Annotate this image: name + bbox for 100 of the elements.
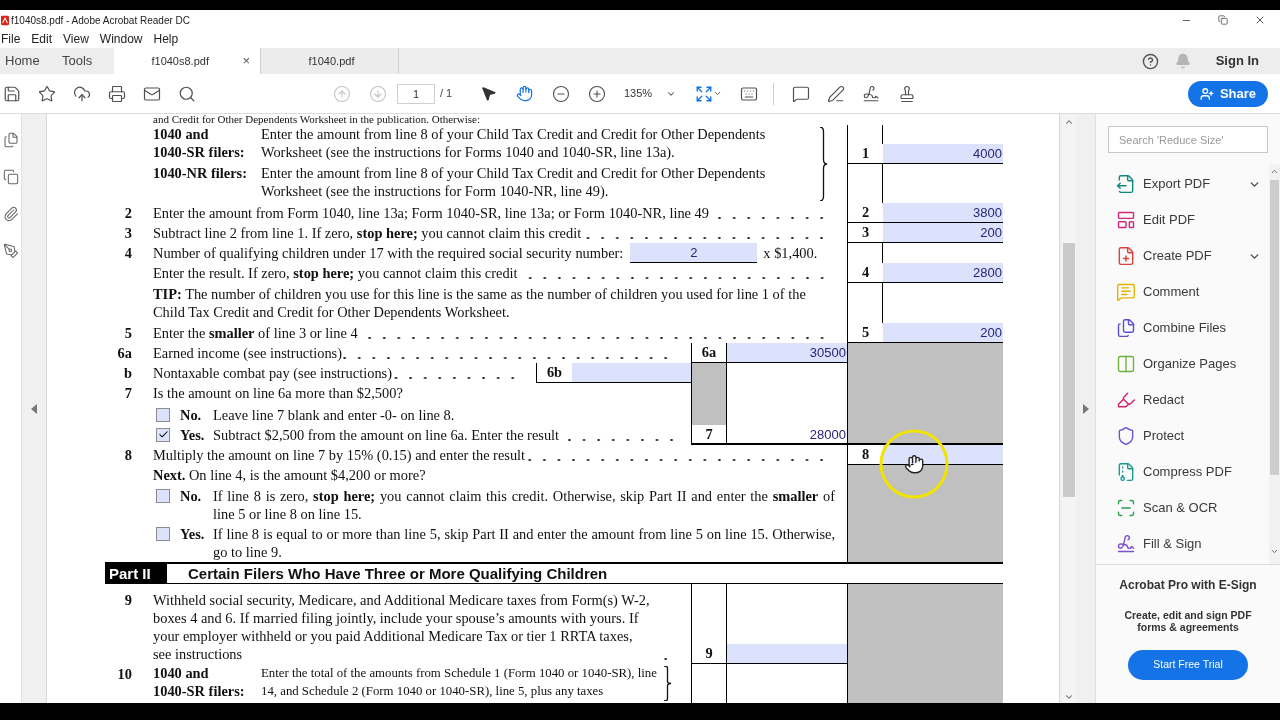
highlighter-icon <box>1116 390 1136 410</box>
files-icon <box>1116 318 1136 338</box>
document-tab[interactable]: f1040s8.pdf × <box>114 48 261 74</box>
checkbox[interactable] <box>156 407 170 422</box>
keyboard-icon[interactable] <box>740 84 758 103</box>
tool-item[interactable]: Organize Pages <box>1096 346 1269 382</box>
fit-page-icon[interactable] <box>695 84 713 103</box>
search-icon[interactable] <box>178 84 196 103</box>
tool-item[interactable]: Protect <box>1096 418 1269 454</box>
help-icon[interactable] <box>1141 52 1159 70</box>
line-number: 3 <box>124 225 132 241</box>
scroll-down-icon[interactable] <box>1270 547 1279 556</box>
tool-item[interactable]: Export PDF <box>1096 166 1269 202</box>
tool-item[interactable]: Compress PDF <box>1096 454 1269 490</box>
file-arrow-icon <box>1116 174 1136 194</box>
mail-icon[interactable] <box>143 84 161 103</box>
pointer-icon[interactable] <box>480 85 497 102</box>
close-tab-button[interactable]: × <box>242 51 250 71</box>
line-label: 7 <box>691 424 727 445</box>
input-field[interactable]: 2800 <box>883 263 1003 283</box>
zoom-dropdown[interactable]: 135% <box>624 85 676 102</box>
triangle-right-icon[interactable] <box>1082 403 1089 414</box>
columns-icon <box>1116 354 1136 374</box>
input-field[interactable]: 200 <box>883 223 1003 243</box>
cloud-upload-icon[interactable] <box>73 84 91 103</box>
checkbox[interactable] <box>156 427 170 442</box>
line-label: 9 <box>691 644 727 665</box>
speech-bubble-icon <box>1116 282 1136 302</box>
start-trial-button[interactable]: Start Free Trial <box>1128 650 1248 680</box>
line-text: Nontaxable combat pay (see instructions) <box>153 364 392 383</box>
part-title: Certain Filers Who Have Three or More Qualifying Children <box>188 564 608 584</box>
line-text: Number of qualifying children under 17 with the required social security number: <box>153 244 624 263</box>
pen-icon[interactable] <box>2 243 19 259</box>
checkbox[interactable] <box>156 527 170 542</box>
promo-text: Create, edit and sign PDF forms & agreements <box>1123 609 1253 633</box>
pages-icon[interactable] <box>2 132 19 148</box>
scrollbar[interactable] <box>1269 164 1280 564</box>
input-field[interactable]: 4000 <box>883 144 1003 164</box>
menu-item[interactable]: File <box>1 30 21 48</box>
print-icon[interactable] <box>108 84 126 103</box>
zoom-in-icon[interactable] <box>588 84 606 103</box>
input-field[interactable] <box>727 644 847 665</box>
menu-item[interactable]: Window <box>99 30 143 48</box>
scrollbar-thumb[interactable] <box>1270 180 1279 475</box>
menu-item[interactable]: View <box>63 30 89 48</box>
scroll-down-icon[interactable] <box>1064 692 1074 702</box>
signature-icon[interactable] <box>862 84 880 103</box>
caret-icon[interactable] <box>713 89 722 98</box>
star-icon[interactable] <box>38 84 56 103</box>
page-number-field[interactable]: 1 <box>397 83 435 104</box>
search-field[interactable]: Search 'Reduce Size' <box>1108 126 1268 153</box>
input-field[interactable]: 2 <box>630 243 758 263</box>
scrollbar[interactable] <box>1062 114 1076 703</box>
menu-item[interactable]: Edit <box>31 30 53 48</box>
input-field[interactable]: 30500 <box>727 343 847 363</box>
hand-icon[interactable] <box>516 85 533 102</box>
shaded-area <box>691 404 727 425</box>
copy-icon[interactable] <box>2 169 19 185</box>
shield-icon <box>1116 426 1136 446</box>
option-text: If line 8 is zero, stop here; you cannot claim this credit. Otherwise, skip Part II and enter the smaller of line 5 or line 8 on line 15. <box>213 487 835 525</box>
tool-item[interactable]: Scan & OCR <box>1096 490 1269 526</box>
filer-label: 1040 and 1040-SR filers: <box>153 125 246 161</box>
tool-item[interactable]: Fill & Sign <box>1096 526 1269 562</box>
line-number: 9 <box>124 592 132 609</box>
option-text: Leave line 7 blank and enter -0- on line 8. <box>213 405 456 425</box>
archive-file-icon <box>1116 462 1136 482</box>
tool-item[interactable]: Redact <box>1096 382 1269 418</box>
restore-icon[interactable] <box>1218 15 1228 25</box>
line-label: 6b <box>536 363 572 383</box>
line-number: 4 <box>124 245 132 261</box>
close-icon[interactable] <box>1254 14 1266 26</box>
line-text: Subtract line 2 from line 1. If zero, stop here; you cannot claim this credit <box>153 224 582 243</box>
comment-icon[interactable] <box>792 84 810 103</box>
scroll-up-icon[interactable] <box>1064 117 1074 127</box>
scroll-up-icon[interactable] <box>1270 167 1279 176</box>
input-field[interactable] <box>572 363 691 383</box>
sign-in-link[interactable]: Sign In <box>1215 51 1259 71</box>
save-icon[interactable] <box>3 84 21 103</box>
input-field[interactable]: 200 <box>883 323 1003 343</box>
tool-item[interactable]: Create PDF <box>1096 238 1269 274</box>
tool-item[interactable]: Edit PDF <box>1096 202 1269 238</box>
nav-tab[interactable]: Tools <box>57 48 114 74</box>
paperclip-icon[interactable] <box>2 206 19 222</box>
tool-item[interactable]: Comment <box>1096 274 1269 310</box>
file-plus-icon <box>1116 246 1136 266</box>
line-number: 7 <box>124 385 132 401</box>
answer-label: Yes. <box>180 525 206 545</box>
input-field[interactable]: 3800 <box>883 203 1003 223</box>
checkbox[interactable] <box>156 489 170 504</box>
window-title: f1040s8.pdf - Adobe Acrobat Reader DC <box>11 13 190 28</box>
pen-icon[interactable] <box>827 84 845 103</box>
zoom-out-icon[interactable] <box>552 84 570 103</box>
stamp-icon[interactable] <box>898 84 916 103</box>
triangle-left-icon[interactable] <box>31 403 37 414</box>
scrollbar-thumb[interactable] <box>1063 243 1075 497</box>
page-count: / 1 <box>440 86 454 102</box>
share-button[interactable]: Share <box>1188 80 1268 107</box>
menu-item[interactable]: Help <box>153 30 179 48</box>
nav-tab[interactable]: Home <box>0 48 57 74</box>
tool-item[interactable]: Combine Files <box>1096 310 1269 346</box>
